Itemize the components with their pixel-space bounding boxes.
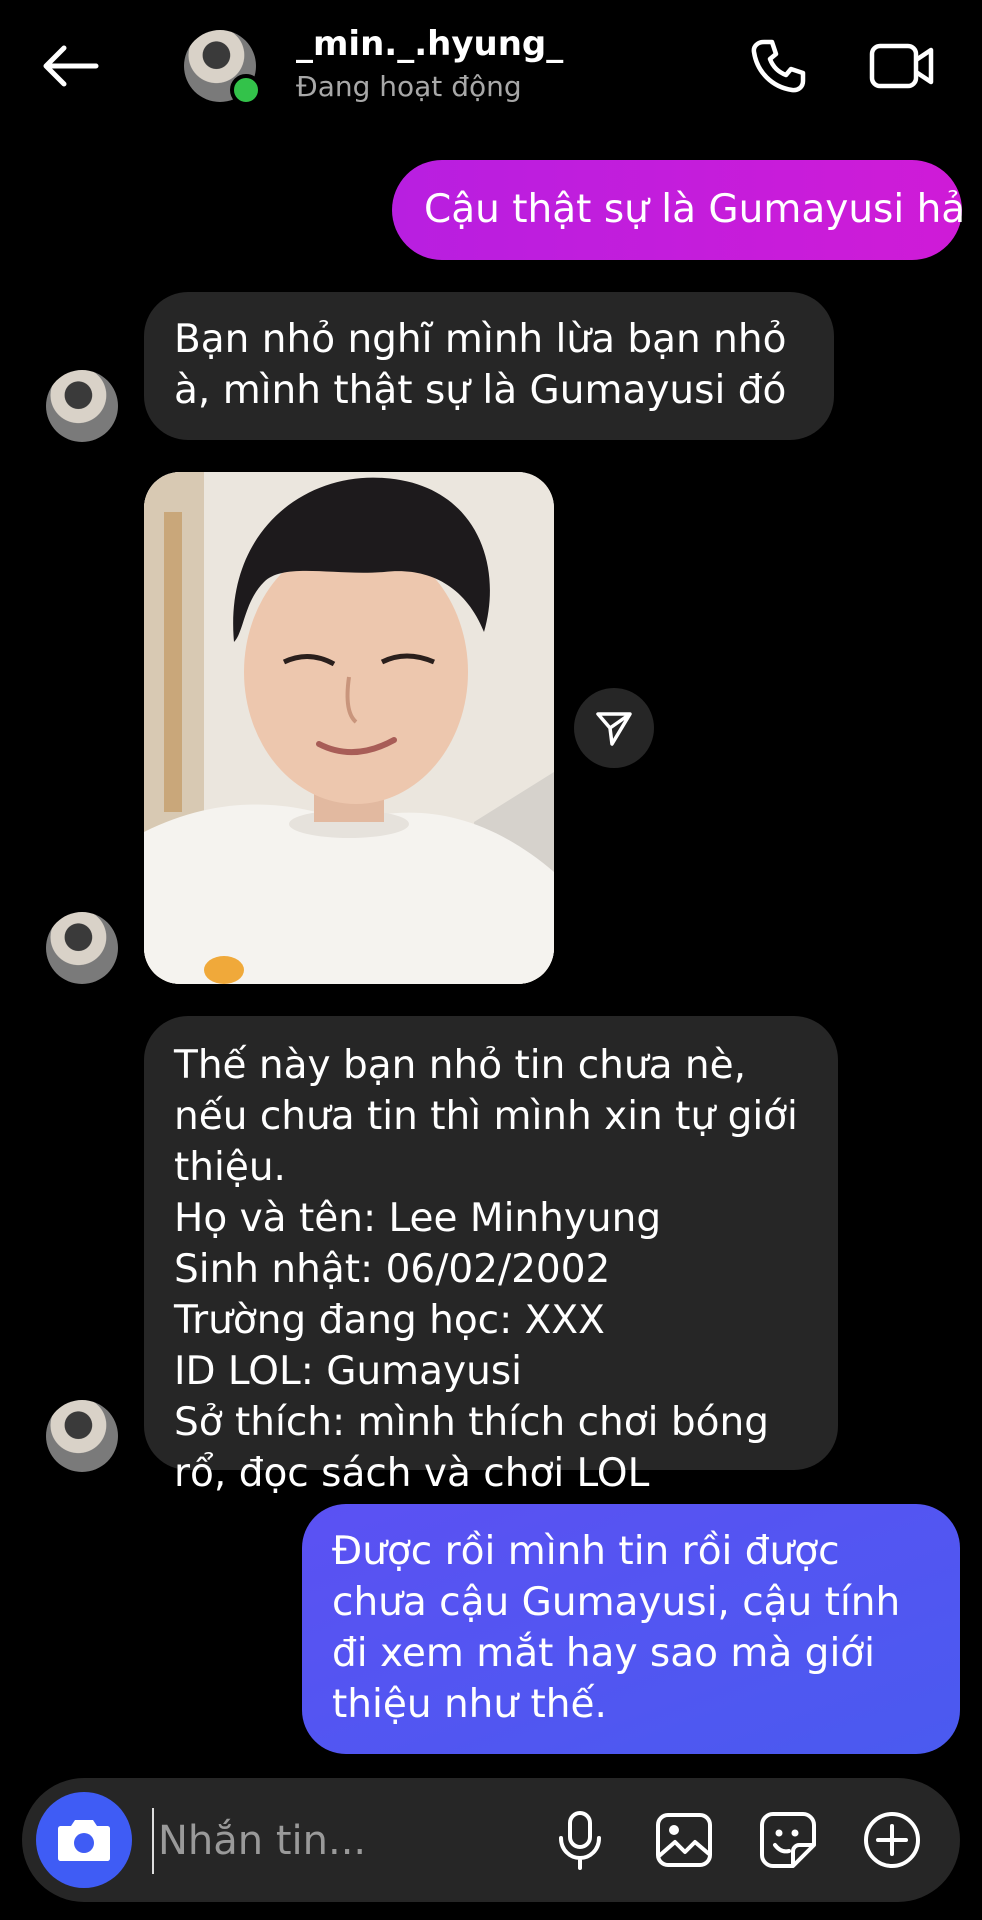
voice-call-button[interactable]	[742, 30, 814, 102]
microphone-icon	[559, 1811, 601, 1870]
share-icon	[596, 712, 632, 746]
incoming-message[interactable]: Bạn nhỏ nghĩ mình lừa bạn nhỏ à, mình th…	[144, 292, 834, 440]
share-button[interactable]	[574, 688, 654, 768]
back-button[interactable]	[38, 38, 102, 94]
incoming-message[interactable]: Thế này bạn nhỏ tin chưa nè, nếu chưa ti…	[144, 1016, 838, 1496]
more-options-button[interactable]	[860, 1808, 924, 1872]
camera-icon	[58, 1820, 110, 1861]
outgoing-message[interactable]: Được rồi mình tin rồi được chưa cậu Guma…	[302, 1504, 960, 1754]
message-line: ID LOL: Gumayusi	[174, 1349, 523, 1394]
message-text: Cậu thật sự là Gumayusi hả	[424, 187, 966, 232]
selfie-photo	[144, 472, 554, 984]
message-line: Trường đang học: XXX	[174, 1298, 605, 1343]
online-status-dot	[230, 74, 262, 106]
gallery-icon	[656, 1813, 712, 1867]
video-call-button[interactable]	[862, 30, 942, 102]
sender-avatar[interactable]	[46, 912, 118, 984]
message-line: Thế này bạn nhỏ tin chưa nè, nếu chưa ti…	[174, 1043, 798, 1190]
message-line: Sinh nhật: 06/02/2002	[174, 1247, 611, 1292]
back-arrow-icon	[43, 45, 99, 87]
message-text: Được rồi mình tin rồi được chưa cậu Guma…	[332, 1529, 901, 1727]
camera-button[interactable]	[36, 1792, 132, 1888]
plus-icon	[864, 1812, 920, 1868]
phone-icon	[751, 39, 806, 93]
video-camera-icon	[869, 43, 934, 89]
gallery-button[interactable]	[652, 1808, 716, 1872]
photo-message[interactable]	[144, 472, 554, 984]
sender-avatar[interactable]	[46, 370, 118, 442]
message-text: Bạn nhỏ nghĩ mình lừa bạn nhỏ à, mình th…	[174, 317, 787, 413]
message-line: Sở thích: mình thích chơi bóng rổ, đọc s…	[174, 1400, 769, 1496]
voice-message-button[interactable]	[548, 1808, 612, 1872]
sticker-button[interactable]	[756, 1808, 820, 1872]
message-input[interactable]	[152, 1808, 540, 1874]
username[interactable]: _min._.hyung_	[296, 24, 563, 64]
sender-avatar[interactable]	[46, 1400, 118, 1472]
profile-avatar[interactable]	[184, 30, 262, 106]
message-line: Họ và tên: Lee Minhyung	[174, 1196, 662, 1241]
outgoing-message[interactable]: Cậu thật sự là Gumayusi hả	[392, 160, 966, 260]
sticker-icon	[760, 1812, 816, 1868]
active-status: Đang hoạt động	[296, 70, 522, 103]
